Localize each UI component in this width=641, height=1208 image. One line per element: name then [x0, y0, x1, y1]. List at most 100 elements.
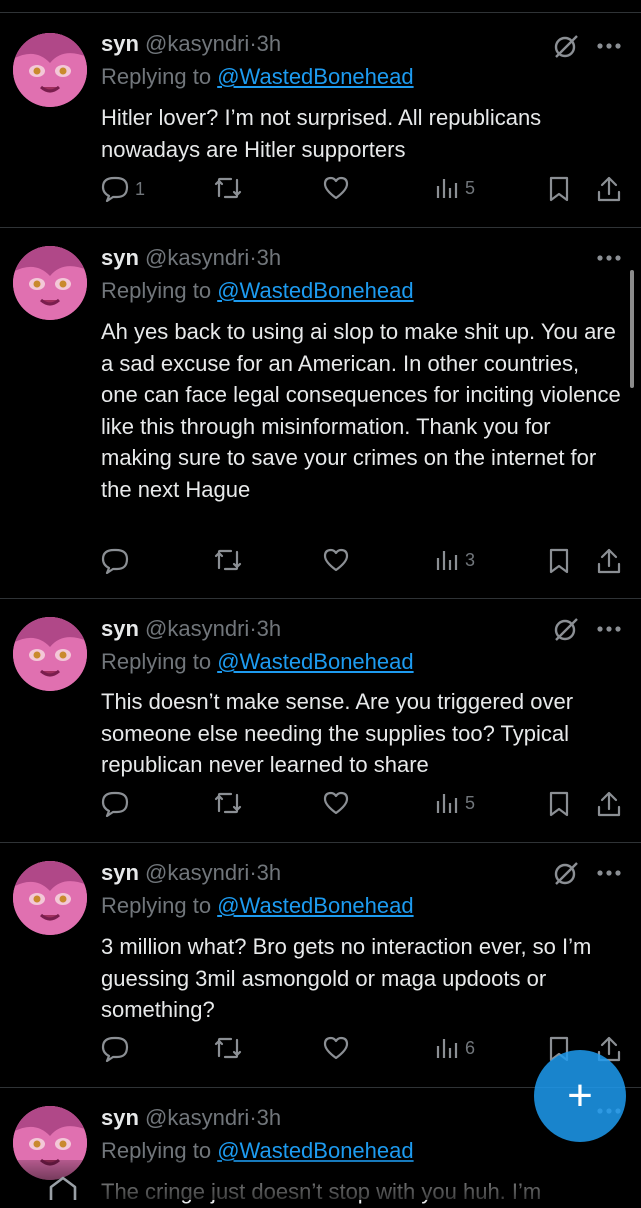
header-actions	[553, 33, 621, 59]
display-name[interactable]: syn	[101, 245, 139, 270]
bookmark-button[interactable]	[548, 548, 570, 574]
more-icon[interactable]	[597, 626, 621, 632]
reply-icon	[101, 548, 129, 574]
views-button[interactable]: 5	[435, 791, 475, 815]
share-button[interactable]	[597, 548, 621, 574]
reply-button[interactable]	[101, 548, 135, 574]
action-bar: 6	[101, 1036, 623, 1066]
username[interactable]: @kasyndri	[145, 1105, 249, 1130]
separator-dot: ·	[249, 245, 257, 270]
scrollbar-thumb[interactable]	[630, 270, 634, 388]
reply-target-link[interactable]: @WastedBonehead	[217, 649, 413, 674]
bookmark-icon	[548, 791, 570, 817]
reply-button[interactable]	[101, 1036, 135, 1062]
home-icon[interactable]	[48, 1176, 78, 1205]
like-button[interactable]	[323, 1036, 349, 1060]
like-button[interactable]	[323, 176, 349, 200]
action-bar: 5	[101, 791, 623, 821]
more-icon[interactable]	[597, 870, 621, 876]
retweet-button[interactable]	[213, 791, 243, 815]
avatar[interactable]	[13, 861, 87, 935]
reply-count: 1	[135, 178, 146, 199]
like-button[interactable]	[323, 791, 349, 815]
replying-to-label: Replying to	[101, 649, 218, 674]
views-count: 6	[465, 1037, 476, 1058]
bookmark-button[interactable]	[548, 176, 570, 202]
username[interactable]: @kasyndri	[145, 616, 249, 641]
grok-icon[interactable]	[553, 33, 579, 59]
replying-to-label: Replying to	[101, 278, 218, 303]
bookmark-icon	[548, 548, 570, 574]
replying-to-label: Replying to	[101, 64, 218, 89]
tweet[interactable]: syn @kasyndri·3h Replying to @WastedBone…	[0, 599, 641, 843]
tweet[interactable]: syn @kasyndri·3h Replying to @WastedBone…	[0, 13, 641, 228]
views-icon	[435, 1036, 459, 1060]
views-icon	[435, 548, 459, 572]
views-button[interactable]: 6	[435, 1036, 475, 1060]
timestamp[interactable]: 3h	[257, 860, 281, 885]
retweet-icon	[213, 1036, 243, 1060]
like-icon	[323, 176, 349, 200]
more-icon[interactable]	[597, 43, 621, 49]
display-name[interactable]: syn	[101, 860, 139, 885]
separator-dot: ·	[249, 860, 257, 885]
like-icon	[323, 548, 349, 572]
display-name[interactable]: syn	[101, 31, 139, 56]
header-actions	[553, 616, 621, 642]
retweet-icon	[213, 548, 243, 572]
retweet-button[interactable]	[213, 548, 243, 572]
separator-dot: ·	[249, 616, 257, 641]
share-button[interactable]	[597, 791, 621, 817]
reply-target-link[interactable]: @WastedBonehead	[217, 893, 413, 918]
timestamp[interactable]: 3h	[257, 1105, 281, 1130]
share-button[interactable]	[597, 176, 621, 202]
retweet-icon	[213, 176, 243, 200]
grok-icon[interactable]	[553, 616, 579, 642]
share-icon	[597, 548, 621, 574]
username[interactable]: @kasyndri	[145, 31, 249, 56]
views-count: 5	[465, 177, 476, 198]
retweet-button[interactable]	[213, 176, 243, 200]
username[interactable]: @kasyndri	[145, 860, 249, 885]
tweet[interactable]: syn @kasyndri·3h Replying to @WastedBone…	[0, 843, 641, 1088]
grok-icon[interactable]	[553, 860, 579, 886]
avatar[interactable]	[13, 33, 87, 107]
reply-icon	[101, 176, 129, 202]
display-name[interactable]: syn	[101, 1105, 139, 1130]
bookmark-icon	[548, 176, 570, 202]
bookmark-button[interactable]	[548, 791, 570, 817]
avatar[interactable]	[13, 617, 87, 691]
timestamp[interactable]: 3h	[257, 245, 281, 270]
tweet-text: 3 million what? Bro gets no interaction …	[101, 934, 592, 1022]
avatar[interactable]	[13, 246, 87, 320]
views-icon	[435, 791, 459, 815]
tweet-header: syn @kasyndri·3h	[101, 859, 281, 887]
action-bar: 3	[101, 548, 623, 578]
tweet-text: Ah yes back to using ai slop to make shi…	[101, 319, 621, 502]
more-icon[interactable]	[597, 255, 621, 261]
share-icon	[597, 791, 621, 817]
reply-target-link[interactable]: @WastedBonehead	[217, 64, 413, 89]
timestamp[interactable]: 3h	[257, 31, 281, 56]
reply-icon	[101, 791, 129, 817]
reply-button[interactable]	[101, 791, 135, 817]
compose-button[interactable]: +	[534, 1050, 626, 1142]
username[interactable]: @kasyndri	[145, 245, 249, 270]
retweet-button[interactable]	[213, 1036, 243, 1060]
share-icon	[597, 176, 621, 202]
display-name[interactable]: syn	[101, 616, 139, 641]
views-button[interactable]: 3	[435, 548, 475, 572]
tweet[interactable]: syn @kasyndri·3h Replying to @WastedBone…	[0, 228, 641, 599]
reply-icon	[101, 1036, 129, 1062]
like-icon	[323, 1036, 349, 1060]
tweet-text: Hitler lover? I’m not surprised. All rep…	[101, 105, 542, 162]
timestamp[interactable]: 3h	[257, 616, 281, 641]
like-button[interactable]	[323, 548, 349, 572]
reply-button[interactable]: 1	[101, 176, 145, 202]
reply-target-link[interactable]: @WastedBonehead	[217, 278, 413, 303]
views-button[interactable]: 5	[435, 176, 475, 200]
like-icon	[323, 791, 349, 815]
compose-plus-label: +	[567, 1071, 593, 1120]
header-actions	[597, 255, 621, 261]
tweet-header: syn @kasyndri·3h	[101, 1104, 281, 1132]
